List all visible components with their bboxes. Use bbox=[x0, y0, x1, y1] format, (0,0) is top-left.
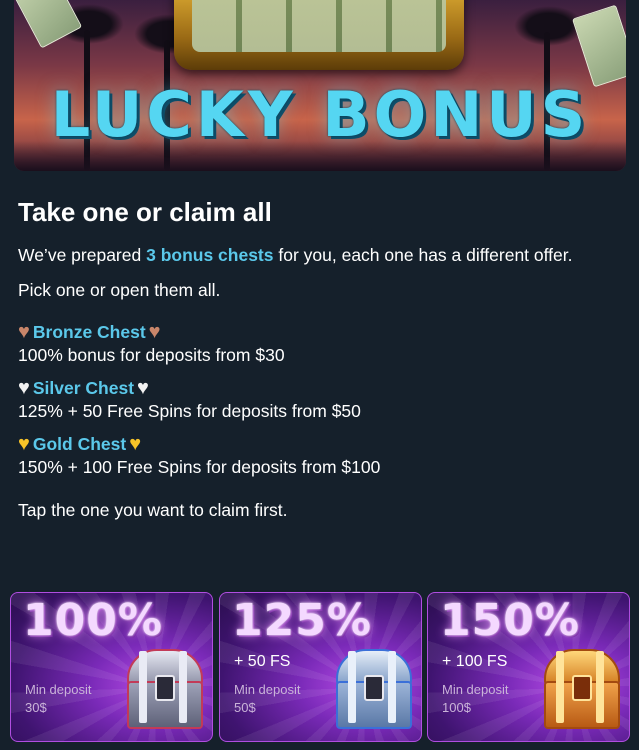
gold-treasure-chest-icon bbox=[540, 649, 620, 731]
page: LUCKY BONUS Take one or claim all We’ve … bbox=[0, 0, 639, 750]
blue-treasure-chest-icon bbox=[332, 649, 412, 731]
min-deposit-label: Min deposit bbox=[25, 682, 92, 697]
chest-title: Gold Chest bbox=[32, 434, 127, 454]
chest-description: 100% bonus for deposits from $30 bbox=[18, 345, 285, 365]
chest-offer-gold: ♥ Gold Chest ♥ 150% + 100 Free Spins for… bbox=[18, 432, 618, 479]
bonus-card-150[interactable]: 150% + 100 FS Min deposit 100$ bbox=[427, 592, 630, 742]
white-heart-icon: ♥ bbox=[18, 377, 30, 399]
lucky-bonus-banner: LUCKY BONUS bbox=[14, 0, 626, 171]
min-deposit-label: Min deposit bbox=[234, 682, 301, 697]
chest-title-row: ♥ Gold Chest ♥ bbox=[18, 432, 618, 456]
chest-offer-bronze: ♥ Bronze Chest ♥ 100% bonus for deposits… bbox=[18, 320, 618, 367]
intro-highlight: 3 bonus chests bbox=[146, 245, 274, 265]
cash-stacks-icon bbox=[192, 0, 446, 52]
bonus-card-125[interactable]: 125% + 50 FS Min deposit 50$ bbox=[219, 592, 422, 742]
min-deposit-value: 30$ bbox=[25, 700, 47, 715]
chest-title-row: ♥ Bronze Chest ♥ bbox=[18, 320, 618, 344]
chest-title: Silver Chest bbox=[32, 378, 135, 398]
bonus-percent: 150% bbox=[440, 595, 580, 646]
brown-heart-icon: ♥ bbox=[18, 321, 30, 343]
min-deposit-value: 50$ bbox=[234, 700, 256, 715]
brown-heart-icon: ♥ bbox=[148, 321, 161, 343]
intro-text: We’ve prepared 3 bonus chests for you, e… bbox=[18, 244, 618, 267]
bonus-card-100[interactable]: 100% Min deposit 30$ bbox=[10, 592, 213, 742]
min-deposit-label: Min deposit bbox=[442, 682, 509, 697]
chest-offer-silver: ♥ Silver Chest ♥ 125% + 50 Free Spins fo… bbox=[18, 376, 618, 423]
intro-before: We’ve prepared bbox=[18, 245, 147, 265]
yellow-heart-icon: ♥ bbox=[129, 433, 142, 455]
message-content: Take one or claim all We’ve prepared 3 b… bbox=[18, 196, 618, 522]
min-deposit-value: 100$ bbox=[442, 700, 471, 715]
intro-after: for you, each one has a different offer. bbox=[273, 245, 573, 265]
chest-title: Bronze Chest bbox=[32, 322, 146, 342]
pick-text: Pick one or open them all. bbox=[18, 280, 221, 300]
chest-description: 125% + 50 Free Spins for deposits from $… bbox=[18, 401, 361, 421]
free-spins-text: + 50 FS bbox=[234, 653, 291, 670]
page-title: Take one or claim all bbox=[18, 197, 272, 227]
free-spins-text: + 100 FS bbox=[442, 653, 508, 670]
yellow-heart-icon: ♥ bbox=[18, 433, 30, 455]
banknote-icon bbox=[572, 4, 626, 88]
chest-title-row: ♥ Silver Chest ♥ bbox=[18, 376, 618, 400]
bonus-cards-row: 100% Min deposit 30$ 125% + 50 FS Min de… bbox=[10, 592, 630, 742]
chest-description: 150% + 100 Free Spins for deposits from … bbox=[18, 457, 381, 477]
silver-treasure-chest-icon bbox=[123, 649, 203, 731]
bonus-percent: 100% bbox=[23, 595, 163, 646]
bonus-percent: 125% bbox=[232, 595, 372, 646]
tap-instruction: Tap the one you want to claim first. bbox=[18, 500, 288, 520]
white-heart-icon: ♥ bbox=[137, 377, 149, 399]
lucky-bonus-logo: LUCKY BONUS bbox=[50, 78, 590, 151]
